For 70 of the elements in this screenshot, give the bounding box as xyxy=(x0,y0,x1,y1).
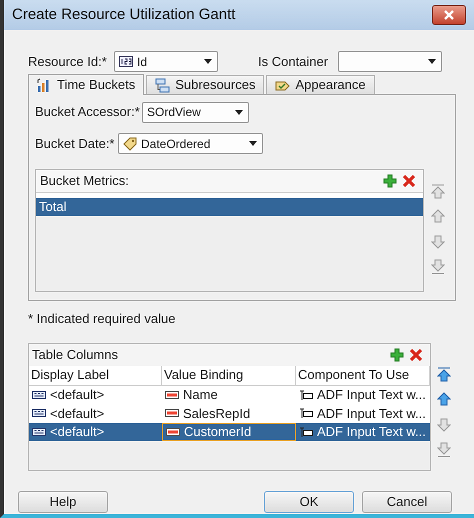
dialog-button[interactable]: OK xyxy=(264,490,354,512)
add-button[interactable] xyxy=(389,346,405,362)
cell-text: CustomerId xyxy=(184,423,252,440)
field-label: Bucket Date:* xyxy=(35,134,116,153)
binding-icon xyxy=(165,390,179,400)
move-bottom-icon xyxy=(437,442,451,458)
tab[interactable]: Appearance xyxy=(266,75,375,94)
cell-text: <default> xyxy=(50,423,104,441)
column-header[interactable]: Value Binding xyxy=(162,366,296,384)
caret-icon xyxy=(203,58,213,65)
input-text-icon xyxy=(299,408,313,418)
bucket-accessor-dropdown[interactable]: SOrdView xyxy=(142,102,249,122)
window-title: Create Resource Utilization Gantt xyxy=(12,4,236,25)
cell-text: ADF Input Text w... xyxy=(317,386,426,404)
move-top-icon xyxy=(437,367,451,383)
plus-icon xyxy=(383,174,397,188)
cell-text: <default> xyxy=(50,386,104,404)
cell-text: ADF Input Text w... xyxy=(317,423,426,441)
label-icon xyxy=(32,426,46,437)
caret-icon xyxy=(427,58,437,65)
number-icon xyxy=(119,56,133,67)
cell-text: Name xyxy=(183,386,218,404)
arrow-up-icon xyxy=(437,392,451,408)
table-row[interactable]: <default> Name ADF Input Text w... xyxy=(29,386,430,404)
field-label: Is Container xyxy=(258,52,330,71)
dialog-button[interactable]: Cancel xyxy=(362,490,452,512)
required-note: * Indicated required value xyxy=(28,310,176,328)
cell-text: <default> xyxy=(50,404,104,422)
caret-icon xyxy=(234,108,244,116)
label-icon xyxy=(32,390,46,400)
caret-icon xyxy=(248,140,258,147)
dialog-button[interactable]: Help xyxy=(18,490,108,512)
resource-id-dropdown[interactable]: Id xyxy=(114,51,218,72)
label-icon xyxy=(32,408,46,418)
binding-icon xyxy=(165,408,179,418)
table-row[interactable]: <default> CustomerId ADF Input Text w... xyxy=(29,422,430,441)
cell-text: SalesRepId xyxy=(183,404,250,422)
close-icon xyxy=(409,348,423,362)
delete-button[interactable] xyxy=(408,346,424,362)
add-button[interactable] xyxy=(382,173,398,189)
delete-button[interactable] xyxy=(401,173,417,189)
binding-icon xyxy=(166,426,180,437)
bucket-date-dropdown[interactable]: DateOrdered xyxy=(118,133,263,154)
list-item[interactable]: Total xyxy=(36,198,423,216)
column-header[interactable]: Display Label xyxy=(29,366,162,384)
field-label: Resource Id:* xyxy=(28,52,108,71)
hierarchy-icon xyxy=(155,78,170,92)
tab[interactable]: Subresources xyxy=(146,75,264,94)
move-button[interactable] xyxy=(436,366,452,384)
move-bottom-icon xyxy=(431,258,445,274)
plus-icon xyxy=(390,348,404,362)
table-title: Table Columns xyxy=(32,346,118,364)
cell-text: ADF Input Text w... xyxy=(317,404,426,422)
close-icon xyxy=(402,174,416,188)
input-text-icon xyxy=(299,426,313,437)
list-header: Bucket Metrics: xyxy=(40,172,129,190)
tab[interactable]: Time Buckets xyxy=(28,74,144,95)
move-top-icon xyxy=(431,184,445,200)
field-label: Bucket Accessor:* xyxy=(35,103,141,122)
close-button[interactable] xyxy=(432,5,466,25)
close-icon xyxy=(444,10,454,20)
tag-icon xyxy=(123,136,137,150)
arrow-up-icon xyxy=(431,208,445,224)
arrow-down-icon xyxy=(437,417,451,433)
is-container-dropdown[interactable] xyxy=(338,51,442,72)
move-button[interactable] xyxy=(436,392,452,408)
column-header[interactable]: Component To Use xyxy=(296,366,430,384)
arrow-down-icon xyxy=(431,234,445,250)
table-row[interactable]: <default> SalesRepId ADF Input Text w... xyxy=(29,404,430,422)
input-text-icon xyxy=(299,390,313,400)
